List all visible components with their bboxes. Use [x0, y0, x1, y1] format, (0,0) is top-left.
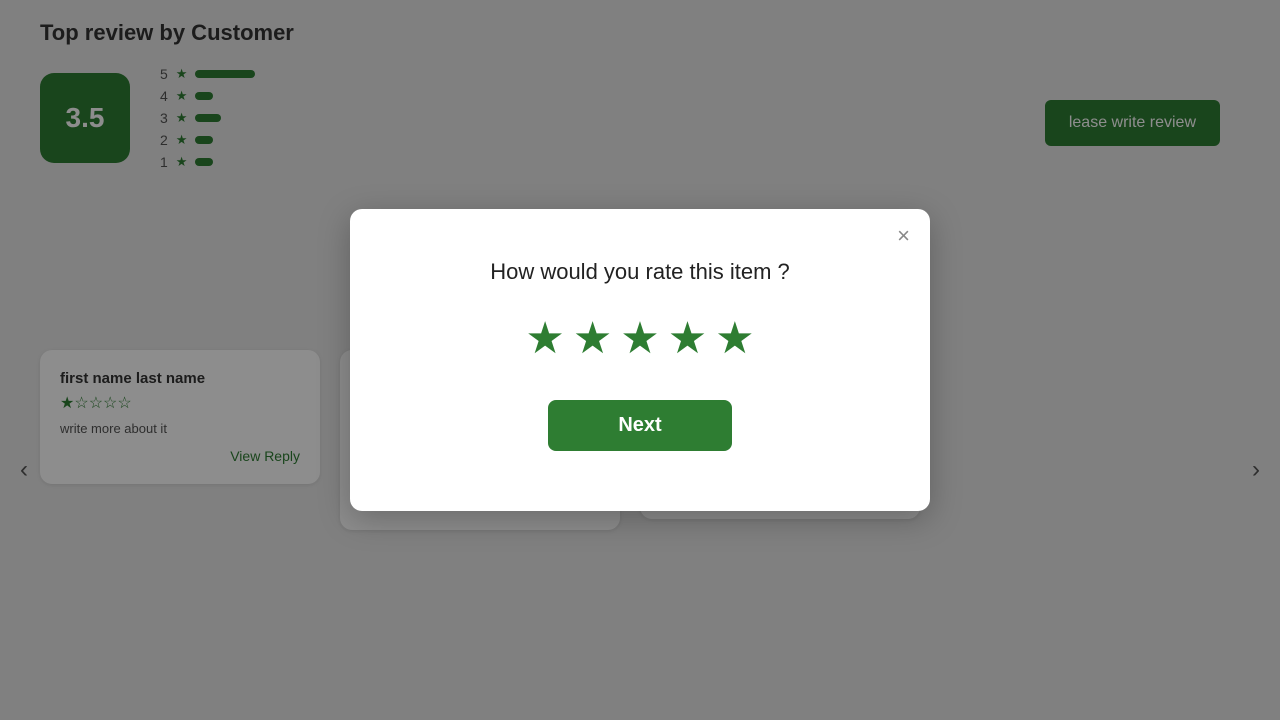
modal-star-5[interactable]: ★ — [715, 313, 754, 364]
modal-star-1[interactable]: ★ — [525, 313, 564, 364]
next-button[interactable]: Next — [548, 400, 731, 451]
modal-star-4[interactable]: ★ — [668, 313, 707, 364]
modal-close-button[interactable]: × — [897, 225, 910, 247]
modal-stars-container: ★ ★ ★ ★ ★ — [410, 313, 870, 364]
modal-star-2[interactable]: ★ — [573, 313, 612, 364]
rating-modal: × How would you rate this item ? ★ ★ ★ ★… — [350, 209, 930, 511]
modal-star-3[interactable]: ★ — [620, 313, 659, 364]
modal-overlay: × How would you rate this item ? ★ ★ ★ ★… — [0, 0, 1280, 720]
modal-title: How would you rate this item ? — [410, 259, 870, 285]
